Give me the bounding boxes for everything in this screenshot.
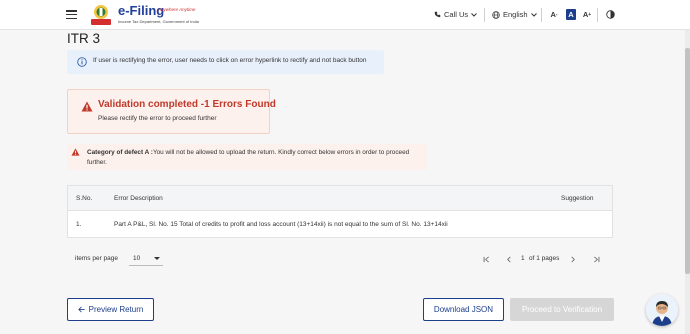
error-description-link[interactable]: Part A P&L, Sl. No. 15 Total of credits … (114, 221, 448, 228)
chevron-down-icon (530, 12, 537, 17)
defect-text: Category of defect A :You will not be al… (87, 148, 412, 167)
font-normal-button[interactable]: A (566, 9, 576, 20)
items-per-page-select[interactable]: 10 (129, 252, 163, 266)
call-us-label: Call Us (444, 10, 469, 19)
validation-summary: Validation completed -1 Errors Found Ple… (67, 89, 276, 134)
header-divider (484, 8, 485, 22)
next-page-button[interactable] (567, 253, 579, 265)
emblem-icon (91, 5, 111, 25)
chevron-right-icon (571, 256, 575, 262)
logo-subtitle: Income Tax Department, Government of Ind… (118, 19, 199, 24)
proceed-label: Proceed to Verification (521, 305, 603, 314)
font-increase-button[interactable]: A + (582, 9, 592, 20)
warning-icon (71, 148, 80, 156)
row-sno: 1. (76, 221, 82, 228)
font-decrease-button[interactable]: A- (549, 9, 559, 20)
page-title: ITR 3 (67, 31, 101, 46)
warning-icon (81, 101, 93, 112)
chevron-down-icon (471, 12, 478, 17)
header-divider (597, 8, 598, 22)
defect-category: Category of defect A : (87, 149, 153, 156)
download-json-label: Download JSON (433, 305, 494, 314)
info-banner: If user is rectifying the error, user ne… (67, 50, 384, 74)
info-icon (77, 57, 87, 67)
download-json-button[interactable]: Download JSON (423, 298, 504, 321)
globe-icon (492, 10, 500, 19)
column-header-description: Error Description (114, 195, 163, 202)
first-page-button[interactable] (480, 253, 492, 265)
last-page-icon (593, 256, 599, 262)
header-divider (541, 8, 542, 22)
table-header: S.No. Error Description Suggestion (68, 186, 612, 211)
font-normal-label: A (568, 10, 574, 19)
error-table: S.No. Error Description Suggestion 1. Pa… (67, 185, 613, 238)
last-page-button[interactable] (590, 253, 602, 265)
menu-icon[interactable] (66, 10, 77, 20)
chatbot-assistant-icon (646, 294, 678, 326)
preview-return-button[interactable]: Preview Return (67, 298, 154, 321)
table-pagination: items per page 10 1 of 1 pages (67, 248, 613, 270)
items-per-page-label: items per page (75, 255, 118, 262)
first-page-icon (483, 256, 489, 262)
call-us-menu[interactable]: Call Us (434, 10, 478, 19)
language-label: English (503, 10, 528, 19)
logo-tagline: Anywhere Anytime (158, 7, 196, 12)
current-page: 1 (521, 255, 525, 262)
scrollbar-thumb[interactable] (685, 48, 690, 274)
efiling-logo[interactable]: e-Filing Anywhere Anytime Income Tax Dep… (88, 3, 199, 27)
contrast-toggle-icon[interactable] (606, 10, 615, 19)
preview-return-label: Preview Return (88, 305, 144, 314)
language-selector[interactable]: English (492, 10, 537, 19)
info-banner-text: If user is rectifying the error, user ne… (93, 57, 367, 64)
chevron-left-icon (507, 256, 511, 262)
items-per-page-value: 10 (133, 255, 141, 262)
arrow-left-icon (77, 306, 85, 313)
defect-notice: Category of defect A :You will not be al… (67, 144, 427, 170)
column-header-sno: S.No. (76, 195, 93, 202)
column-header-suggestion: Suggestion (561, 195, 594, 202)
caret-down-icon (154, 257, 160, 260)
page-count: of 1 pages (529, 255, 560, 262)
proceed-to-verification-button[interactable]: Proceed to Verification (510, 298, 614, 321)
top-header: e-Filing Anywhere Anytime Income Tax Dep… (0, 0, 690, 30)
phone-icon (434, 11, 441, 18)
validation-subtitle: Please rectify the error to proceed furt… (98, 115, 217, 122)
chatbot-avatar-button[interactable] (646, 294, 678, 326)
validation-title: Validation completed -1 Errors Found (98, 99, 276, 110)
previous-page-button[interactable] (503, 253, 515, 265)
